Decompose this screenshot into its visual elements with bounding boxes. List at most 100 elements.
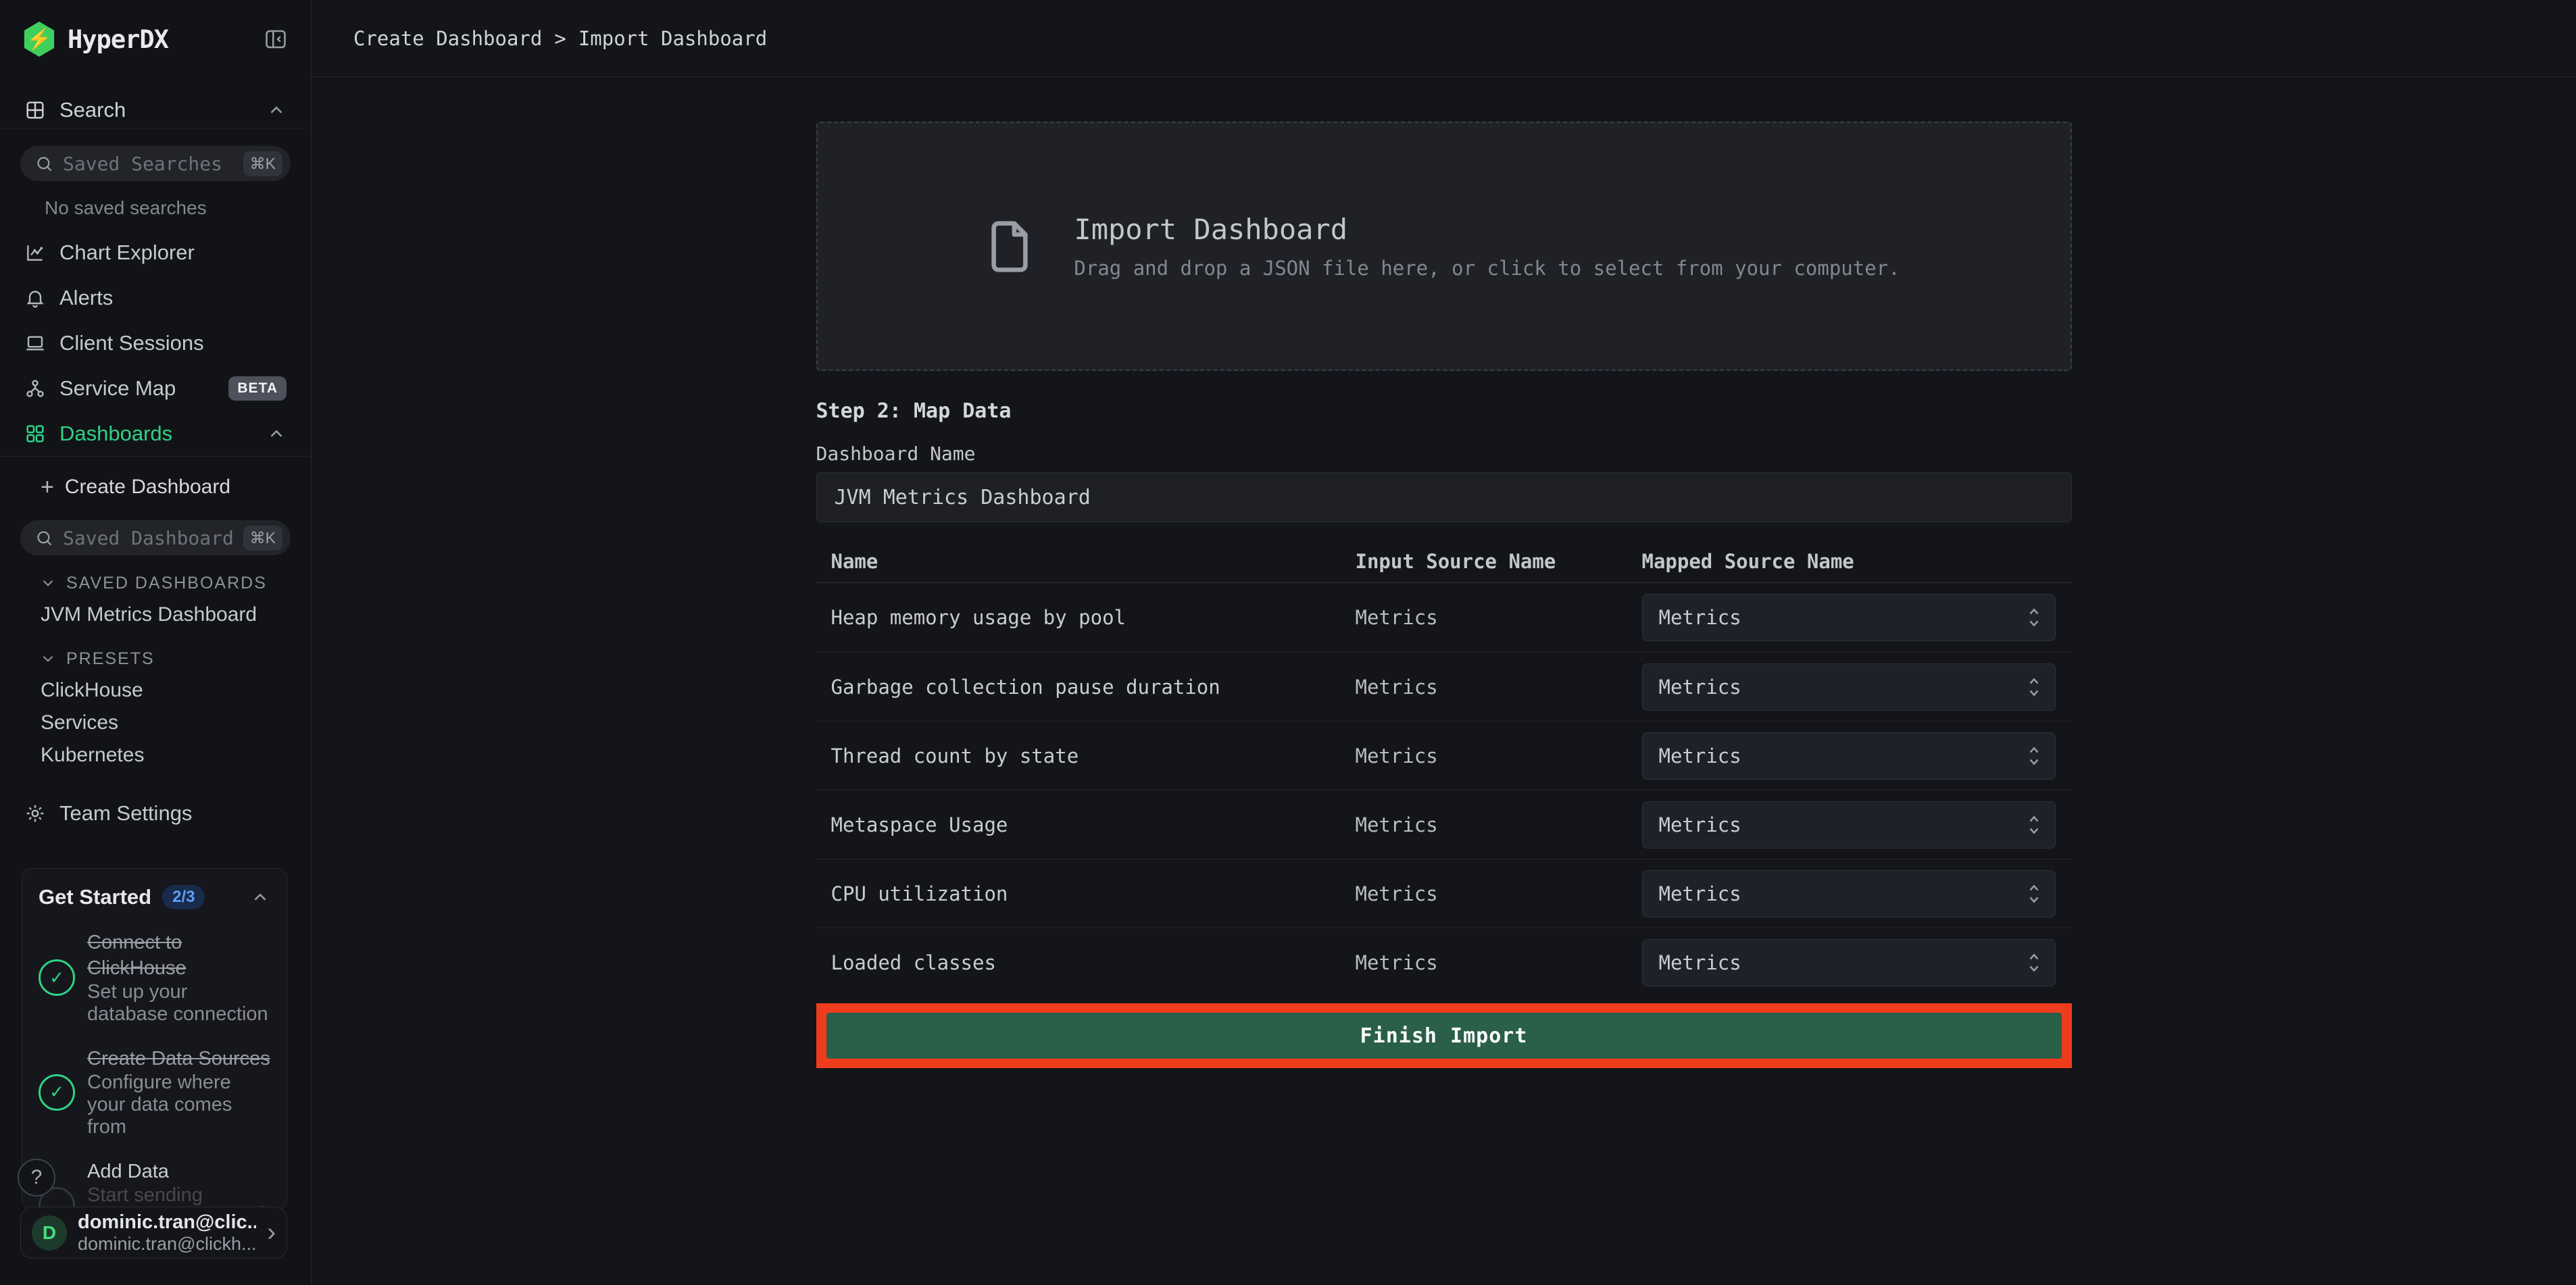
row-input-source: Metrics (1356, 813, 1642, 836)
select-chevrons-icon (2027, 882, 2041, 906)
bell-icon (24, 287, 46, 309)
user-name: dominic.tran@clic... (78, 1211, 256, 1234)
row-name: Heap memory usage by pool (831, 606, 1356, 629)
saved-dashboards-group[interactable]: SAVED DASHBOARDS (0, 568, 311, 599)
chevron-up-icon[interactable] (250, 887, 270, 907)
sidebar-item-service-map[interactable]: Service Map BETA (0, 366, 311, 411)
table-row: Garbage collection pause duration Metric… (816, 652, 2072, 721)
finish-import-button[interactable]: Finish Import (826, 1013, 2062, 1059)
file-dropzone[interactable]: Import Dashboard Drag and drop a JSON fi… (816, 122, 2072, 371)
service-map-icon (24, 378, 46, 399)
chevron-right-icon: › (267, 1218, 276, 1247)
dashboard-name-input[interactable] (816, 472, 2072, 522)
mapped-source-select[interactable]: Metrics (1642, 594, 2056, 641)
file-icon (987, 217, 1032, 276)
get-started-card: Get Started 2/3 ✓ Connect to ClickHouse … (22, 868, 287, 1209)
saved-dashboard-item[interactable]: JVM Metrics Dashboard (0, 599, 311, 631)
table-row: Loaded classes Metrics Metrics (816, 928, 2072, 997)
search-section-icon (24, 99, 46, 121)
user-email: dominic.tran@clickh... (78, 1234, 256, 1255)
saved-dashboards-placeholder: Saved Dashboards (63, 527, 234, 549)
avatar: D (32, 1215, 67, 1251)
row-input-source: Metrics (1356, 606, 1642, 629)
get-started-item[interactable]: ✓ Add Data Start sending logs, metrics, … (39, 1159, 270, 1209)
chevron-up-icon[interactable] (266, 100, 287, 120)
preset-dashboard-item[interactable]: Services (0, 707, 311, 739)
get-started-item[interactable]: ✓ Connect to ClickHouse Set up your data… (39, 930, 270, 1026)
row-input-source: Metrics (1356, 676, 1642, 699)
mapped-source-select[interactable]: Metrics (1642, 870, 2056, 917)
mapped-source-select[interactable]: Metrics (1642, 663, 2056, 711)
import-dashboard-content: Import Dashboard Drag and drop a JSON fi… (816, 122, 2072, 1068)
mapped-source-select[interactable]: Metrics (1642, 939, 2056, 986)
row-input-source: Metrics (1356, 882, 1642, 905)
select-chevrons-icon (2027, 605, 2041, 630)
sidebar-item-search[interactable]: Search (0, 92, 311, 128)
mapped-source-select[interactable]: Metrics (1642, 732, 2056, 780)
search-icon (35, 529, 53, 547)
dropzone-title: Import Dashboard (1074, 213, 1900, 246)
column-header-mapped-source: Mapped Source Name (1642, 550, 2072, 573)
step-label: Step 2: Map Data (816, 399, 2072, 424)
shortcut-badge: ⌘K (243, 526, 282, 551)
mapping-table: Name Input Source Name Mapped Source Nam… (816, 540, 2072, 997)
check-circle-icon: ✓ (39, 959, 75, 996)
saved-searches-input[interactable]: Saved Searches ⌘K (20, 146, 291, 181)
row-name: Thread count by state (831, 745, 1356, 767)
dashboards-section: + Create Dashboard Saved Dashboards ⌘K S… (0, 456, 311, 772)
get-started-item-title: Connect to ClickHouse (87, 930, 270, 981)
preset-dashboard-item[interactable]: Kubernetes (0, 739, 311, 772)
main-area: Create Dashboard>Import Dashboard Import… (312, 0, 2576, 1285)
chevron-up-icon[interactable] (266, 424, 287, 444)
logo-row: ⚡ HyperDX (0, 0, 311, 59)
dashboard-name-label: Dashboard Name (816, 443, 2072, 465)
search-section-label: Search (59, 98, 126, 122)
chart-explorer-icon (24, 242, 46, 263)
sidebar-item-team-settings[interactable]: Team Settings (0, 790, 311, 836)
nav-label: Chart Explorer (59, 241, 195, 265)
get-started-title: Get Started (39, 885, 151, 909)
collapse-sidebar-icon[interactable] (264, 27, 288, 51)
row-input-source: Metrics (1356, 951, 1642, 974)
create-dashboard-button[interactable]: + Create Dashboard (0, 466, 311, 508)
table-row: CPU utilization Metrics Metrics (816, 859, 2072, 928)
get-started-item-subtitle: Set up your database connection (87, 981, 270, 1026)
check-circle-icon: ✓ (39, 1074, 75, 1111)
mapped-source-value: Metrics (1659, 676, 2027, 699)
select-chevrons-icon (2027, 744, 2041, 768)
nav-label: Alerts (59, 286, 113, 310)
get-started-item-subtitle: Configure where your data comes from (87, 1072, 270, 1138)
breadcrumb-import-dashboard: Import Dashboard (578, 27, 767, 50)
get-started-item[interactable]: ✓ Create Data Sources Configure where yo… (39, 1046, 270, 1138)
app-title: HyperDX (68, 25, 168, 54)
sidebar: ⚡ HyperDX Search Saved Searches ⌘K No sa… (0, 0, 312, 1285)
gear-icon (24, 803, 46, 824)
nav-label: Dashboards (59, 422, 172, 446)
sidebar-item-client-sessions[interactable]: Client Sessions (0, 320, 311, 366)
mapped-source-select[interactable]: Metrics (1642, 801, 2056, 849)
mapped-source-value: Metrics (1659, 882, 2027, 905)
dropzone-subtitle: Drag and drop a JSON file here, or click… (1074, 257, 1900, 280)
get-started-header[interactable]: Get Started 2/3 (39, 885, 270, 909)
table-row: Metaspace Usage Metrics Metrics (816, 790, 2072, 859)
no-saved-searches-text: No saved searches (0, 197, 311, 219)
chevron-down-icon (39, 650, 57, 667)
sidebar-item-chart-explorer[interactable]: Chart Explorer (0, 230, 311, 275)
topbar: Create Dashboard>Import Dashboard (312, 0, 2576, 77)
saved-dashboards-group-label: SAVED DASHBOARDS (66, 574, 267, 593)
help-button[interactable]: ? (18, 1159, 55, 1196)
row-input-source: Metrics (1356, 745, 1642, 767)
preset-dashboard-item[interactable]: ClickHouse (0, 674, 311, 707)
help-label: ? (31, 1166, 43, 1189)
shortcut-badge: ⌘K (243, 151, 282, 176)
row-name: CPU utilization (831, 882, 1356, 905)
beta-badge: BETA (228, 376, 287, 401)
dashboards-icon (24, 423, 46, 445)
sidebar-item-alerts[interactable]: Alerts (0, 275, 311, 320)
presets-group[interactable]: PRESETS (0, 643, 311, 674)
mapped-source-value: Metrics (1659, 813, 2027, 836)
saved-dashboards-input[interactable]: Saved Dashboards ⌘K (20, 520, 291, 555)
user-menu[interactable]: D dominic.tran@clic... dominic.tran@clic… (20, 1207, 287, 1259)
breadcrumb-create-dashboard[interactable]: Create Dashboard (353, 27, 542, 50)
sidebar-item-dashboards[interactable]: Dashboards (0, 411, 311, 456)
